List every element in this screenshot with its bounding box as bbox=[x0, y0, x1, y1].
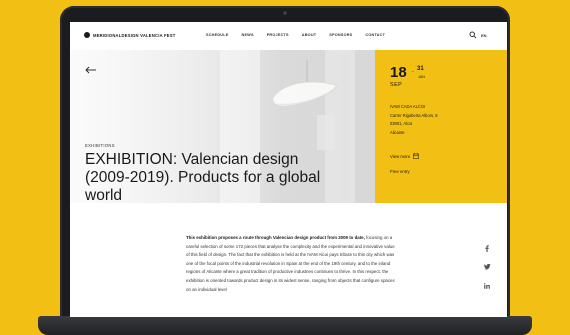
laptop-base bbox=[38, 316, 532, 335]
browser-screen: MERIDIONALDESIGN VALENCIA FEST SCHEDULE … bbox=[70, 22, 507, 317]
calendar-icon bbox=[413, 153, 420, 159]
nav-item-sponsors[interactable]: SPONSORS bbox=[329, 33, 352, 37]
view-more-label: View more bbox=[390, 153, 411, 159]
hero-banner: EXHIBITIONS EXHIBITION: Valencian design… bbox=[70, 50, 375, 203]
linkedin-icon[interactable] bbox=[484, 283, 490, 289]
logo-text: MERIDIONALDESIGN VALENCIA FEST bbox=[93, 32, 176, 38]
event-date-separator: - bbox=[412, 69, 414, 75]
venue-name: IVAM CADA ALCOI bbox=[390, 104, 426, 109]
article-lead: This exhibition proposes a route through… bbox=[186, 235, 365, 240]
venue-city: 03801, Alcoi bbox=[390, 121, 413, 126]
venue-street: Carrer Rigoberta Albors, 8 bbox=[390, 112, 438, 118]
twitter-icon[interactable] bbox=[484, 264, 491, 270]
page-title: EXHIBITION: Valencian design (2009-2019)… bbox=[85, 151, 321, 203]
view-more-link[interactable]: View more bbox=[390, 153, 420, 159]
venue-region: Alicante bbox=[390, 129, 405, 135]
site-header: MERIDIONALDESIGN VALENCIA FEST SCHEDULE … bbox=[70, 22, 507, 50]
article-text: focusing on a careful selection of some … bbox=[186, 235, 395, 292]
event-date-end-month: JAN bbox=[418, 75, 425, 79]
nav-item-projects[interactable]: PROJECTS bbox=[267, 33, 289, 37]
event-info-panel: 18 - 31 JAN SEP IVAM CADA ALCOI Carrer R… bbox=[375, 50, 507, 203]
facebook-icon[interactable] bbox=[484, 245, 490, 252]
event-venue: IVAM CADA ALCOI Carrer Rigoberta Albors,… bbox=[390, 103, 438, 137]
event-date-end: 31 bbox=[417, 66, 424, 72]
event-date-start: 18 bbox=[390, 64, 407, 81]
main-nav: SCHEDULE NEWS PROJECTS ABOUT SPONSORS CO… bbox=[206, 33, 398, 37]
article-body: This exhibition proposes a route through… bbox=[186, 234, 398, 294]
arrow-left-icon[interactable] bbox=[85, 66, 97, 74]
search-icon[interactable] bbox=[469, 31, 477, 39]
nav-item-about[interactable]: ABOUT bbox=[302, 33, 317, 37]
nav-item-contact[interactable]: CONTACT bbox=[365, 33, 385, 37]
event-date-month: SEP bbox=[390, 82, 403, 88]
nav-item-news[interactable]: NEWS bbox=[242, 33, 254, 37]
laptop-camera bbox=[283, 11, 287, 15]
hero-category-tag: EXHIBITIONS bbox=[85, 143, 115, 148]
nav-item-schedule[interactable]: SCHEDULE bbox=[206, 33, 229, 37]
language-switch[interactable]: EN bbox=[481, 33, 487, 38]
site-logo[interactable]: MERIDIONALDESIGN VALENCIA FEST bbox=[84, 32, 176, 38]
logo-mark-icon bbox=[84, 32, 90, 38]
event-entry-info: Free entry bbox=[390, 169, 410, 174]
